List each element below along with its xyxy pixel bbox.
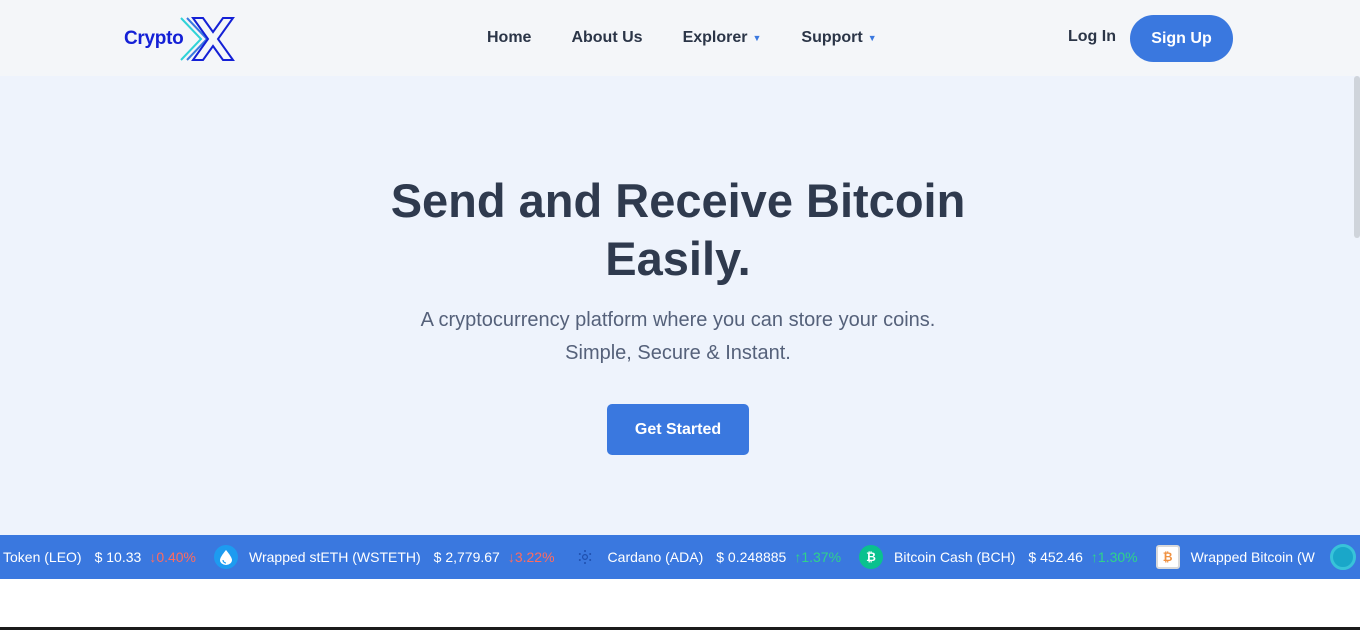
arrow-down-icon: ↓ <box>507 549 515 565</box>
caret-down-icon: ▼ <box>752 33 762 43</box>
get-started-button[interactable]: Get Started <box>607 404 749 455</box>
hero-subtitle: A cryptocurrency platform where you can … <box>330 304 1026 370</box>
ticker-item[interactable]: Wrapped stETH (WSTETH) $ 2,779.67 ↓ 3.22… <box>214 545 555 569</box>
coin-price: $ 10.33 <box>94 549 142 565</box>
hero-title-line1: Send and Receive Bitcoin <box>390 174 966 227</box>
nav-explorer[interactable]: Explorer ▼ <box>683 29 762 47</box>
nav-about-us[interactable]: About Us <box>571 29 642 47</box>
wrapped-bitcoin-icon: ₿ <box>1155 545 1180 569</box>
price-ticker: Token (LEO) $ 10.33 ↓ 0.40% Wrapped stET… <box>0 535 1360 579</box>
coin-name: Cardano (ADA) <box>607 549 704 565</box>
cryptox-logo[interactable]: Crypto <box>124 16 236 62</box>
top-header: Crypto Home About Us Explorer ▼ Support ▼ … <box>0 0 1360 76</box>
coin-change: 1.30% <box>1097 549 1138 565</box>
login-link[interactable]: Log In <box>1068 28 1116 46</box>
coin-price: $ 452.46 <box>1028 549 1083 565</box>
coin-price: $ 2,779.67 <box>433 549 500 565</box>
nav-home[interactable]: Home <box>487 29 531 47</box>
arrow-up-icon: ↑ <box>1090 549 1098 565</box>
ticker-item[interactable]: Cardano (ADA) $ 0.248885 ↑ 1.37% <box>573 545 841 569</box>
main-nav: Home About Us Explorer ▼ Support ▼ <box>487 0 917 76</box>
logo-text: Crypto <box>124 28 184 49</box>
hero-subtitle-line2: Simple, Secure & Instant. <box>565 342 791 364</box>
nav-support[interactable]: Support ▼ <box>801 29 876 47</box>
hero-subtitle-line1: A cryptocurrency platform where you can … <box>420 309 936 331</box>
hero-title-line2: Easily. <box>605 232 751 285</box>
nav-about-label: About Us <box>571 29 643 46</box>
coin-change: 0.40% <box>156 549 197 565</box>
coin-name: Wrapped Bitcoin (W <box>1190 549 1315 565</box>
coin-change: 1.37% <box>801 549 842 565</box>
drop-icon <box>214 545 239 569</box>
coin-name: Bitcoin Cash (BCH) <box>894 549 1016 565</box>
nav-home-label: Home <box>487 29 532 46</box>
ticker-item[interactable]: ₿ Wrapped Bitcoin (W <box>1155 545 1328 569</box>
coin-name: Token (LEO) <box>3 549 82 565</box>
scrollbar-thumb[interactable] <box>1354 76 1360 238</box>
logo-x-icon <box>180 17 236 61</box>
cardano-icon <box>573 545 597 569</box>
ticker-track: Token (LEO) $ 10.33 ↓ 0.40% Wrapped stET… <box>3 535 1346 579</box>
coin-circle-icon <box>1330 544 1356 570</box>
coin-change: 3.22% <box>514 549 555 565</box>
signup-button[interactable]: Sign Up <box>1130 15 1233 62</box>
ticker-item[interactable]: Token (LEO) $ 10.33 ↓ 0.40% <box>3 549 196 565</box>
arrow-down-icon: ↓ <box>149 549 157 565</box>
page: Crypto Home About Us Explorer ▼ Support ▼ … <box>0 0 1360 630</box>
arrow-up-icon: ↑ <box>794 549 802 565</box>
nav-support-label: Support <box>801 29 863 46</box>
coin-price: $ 0.248885 <box>716 549 787 565</box>
ticker-item[interactable]: ₿ Bitcoin Cash (BCH) $ 452.46 ↑ 1.30% <box>859 545 1138 569</box>
hero-section: Send and Receive Bitcoin Easily. A crypt… <box>0 76 1360 535</box>
caret-down-icon: ▼ <box>867 33 877 43</box>
bitcoin-cash-icon: ₿ <box>859 545 884 569</box>
nav-explorer-label: Explorer <box>682 29 748 46</box>
hero-title: Send and Receive Bitcoin Easily. <box>330 172 1026 288</box>
coin-name: Wrapped stETH (WSTETH) <box>249 549 421 565</box>
